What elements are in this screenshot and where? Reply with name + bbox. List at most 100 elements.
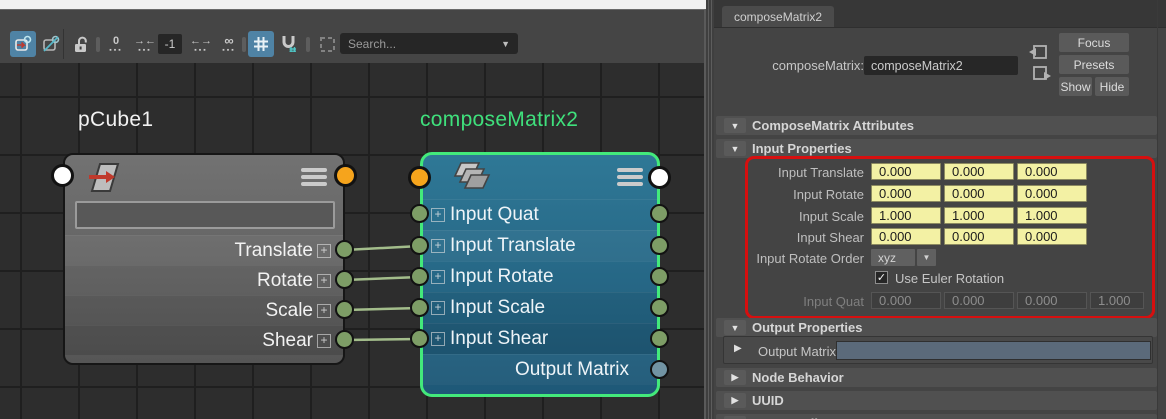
input-scale-y-field[interactable]: 1.000 — [944, 207, 1014, 224]
clear-graph-button[interactable] — [38, 31, 64, 57]
pcube-node[interactable]: Translate + Rotate + Scale + Shear + — [63, 153, 345, 365]
pcube-output-port[interactable] — [334, 164, 357, 187]
pcube-scale-port[interactable] — [335, 300, 354, 319]
compose-input-port[interactable] — [408, 166, 431, 189]
node-menu-icon[interactable] — [301, 168, 327, 186]
expand-arrow-icon[interactable]: ▶ — [724, 393, 746, 408]
section-input-properties[interactable]: ▼ Input Properties — [716, 139, 1157, 158]
snap-to-grid-button[interactable] — [276, 31, 302, 57]
compose-row-input-quat[interactable]: + Input Quat — [423, 199, 657, 230]
lock-editor-button[interactable] — [68, 31, 94, 57]
collapse-arrow-icon[interactable]: ▼ — [724, 320, 746, 335]
input-rotate-x-field[interactable]: 0.000 — [871, 185, 941, 202]
tab-dock-icon[interactable] — [1028, 44, 1048, 61]
section-extra-attributes[interactable]: ▶ Extra Attributes — [716, 414, 1157, 419]
expand-attr-icon[interactable]: + — [317, 273, 331, 288]
graph-selected-nodes-button[interactable] — [10, 31, 36, 57]
collapse-arrow-icon[interactable]: ▼ — [724, 118, 746, 133]
compose-shear-in-port[interactable] — [410, 329, 429, 348]
input-rotate-z-field[interactable]: 0.000 — [1017, 185, 1087, 202]
expand-arrow-icon[interactable]: ▶ — [734, 343, 742, 354]
compose-matrix-node[interactable]: + Input Quat + Input Translate + Input R… — [420, 152, 660, 397]
expand-attr-icon[interactable]: + — [431, 270, 445, 284]
input-scale-x-field[interactable]: 1.000 — [871, 207, 941, 224]
pcube-rotate-port[interactable] — [335, 270, 354, 289]
tab-composematrix2[interactable]: composeMatrix2 — [722, 6, 835, 27]
focus-button[interactable]: Focus — [1059, 33, 1129, 52]
node-editor-toolbar: 0 ▪▪▪ →← ▪▪▪ -1 ←→ ▪▪▪ ∞ ▪▪▪ Search... ▼ — [0, 9, 706, 64]
input-translate-x-field[interactable]: 0.000 — [871, 163, 941, 180]
show-button[interactable]: Show — [1059, 77, 1092, 96]
compose-quat-out-port[interactable] — [650, 204, 669, 223]
pcube-row-translate[interactable]: Translate + — [65, 235, 343, 265]
attr-display-everything-button[interactable]: ∞ ▪▪▪ — [216, 32, 242, 58]
expand-attr-icon[interactable]: + — [431, 332, 445, 346]
input-scale-z-field[interactable]: 1.000 — [1017, 207, 1087, 224]
expand-attr-icon[interactable]: + — [317, 333, 331, 348]
compose-output-port[interactable] — [648, 166, 671, 189]
compose-rotate-out-port[interactable] — [650, 267, 669, 286]
hide-button[interactable]: Hide — [1095, 77, 1129, 96]
pcube-row-shear[interactable]: Shear + — [65, 325, 343, 355]
compose-quat-in-port[interactable] — [410, 204, 429, 223]
tab-popout-icon[interactable] — [1032, 65, 1052, 82]
pcube-row-scale[interactable]: Scale + — [65, 295, 343, 325]
search-input[interactable]: Search... ▼ — [340, 33, 518, 54]
dropdown-arrow-icon[interactable]: ▼ — [917, 249, 936, 266]
input-shear-z-field[interactable]: 0.000 — [1017, 228, 1087, 245]
pcube-row-rotate[interactable]: Rotate + — [65, 265, 343, 295]
section-composematrix-attributes[interactable]: ▼ ComposeMatrix Attributes — [716, 116, 1157, 135]
input-translate-y-field[interactable]: 0.000 — [944, 163, 1014, 180]
expand-attr-icon[interactable]: + — [431, 301, 445, 315]
input-shear-y-field[interactable]: 0.000 — [944, 228, 1014, 245]
attr-display-all-button[interactable]: ←→ ▪▪▪ — [188, 32, 214, 58]
node-name-input[interactable]: composeMatrix2 — [864, 56, 1018, 75]
rotate-order-dropdown[interactable]: xyz — [871, 249, 915, 266]
compose-row-input-rotate[interactable]: + Input Rotate — [423, 261, 657, 292]
grid-toggle-button[interactable] — [248, 31, 274, 57]
expand-attr-icon[interactable]: + — [317, 243, 331, 258]
expand-attr-icon[interactable]: + — [317, 303, 331, 318]
pcube-shear-port[interactable] — [335, 330, 354, 349]
pcube-input-port[interactable] — [51, 164, 74, 187]
compose-row-input-scale[interactable]: + Input Scale — [423, 292, 657, 323]
attr-display-connected-button[interactable]: →← ▪▪▪ — [132, 32, 158, 58]
pcube-translate-port[interactable] — [335, 240, 354, 259]
presets-button[interactable]: Presets — [1059, 55, 1129, 74]
wire-translate[interactable] — [344, 244, 421, 252]
section-uuid[interactable]: ▶ UUID — [716, 391, 1157, 410]
section-node-behavior[interactable]: ▶ Node Behavior — [716, 368, 1157, 387]
compose-scale-in-port[interactable] — [410, 298, 429, 317]
wire-shear[interactable] — [344, 337, 421, 342]
compose-rotate-in-port[interactable] — [410, 267, 429, 286]
node-menu-icon[interactable] — [617, 168, 643, 186]
node-graph-canvas[interactable]: pCube1 composeMatrix2 Translate + Rotate… — [0, 63, 706, 419]
section-output-properties[interactable]: ▼ Output Properties — [716, 318, 1157, 337]
compose-outputmatrix-port[interactable] — [650, 360, 669, 379]
attr-display-custom-field[interactable]: -1 — [158, 34, 182, 54]
input-translate-z-field[interactable]: 0.000 — [1017, 163, 1087, 180]
use-euler-checkbox[interactable]: ✓ — [875, 271, 888, 284]
compose-translate-in-port[interactable] — [410, 236, 429, 255]
expand-arrow-icon[interactable]: ▶ — [724, 370, 746, 385]
compose-scale-out-port[interactable] — [650, 298, 669, 317]
dots-icon: ▪▪▪ — [222, 47, 236, 54]
expand-attr-icon[interactable]: + — [431, 208, 445, 222]
compose-row-input-translate[interactable]: + Input Translate — [423, 230, 657, 261]
compose-row-output-matrix[interactable]: Output Matrix — [423, 354, 657, 385]
output-matrix-field[interactable] — [836, 341, 1151, 360]
compose-translate-out-port[interactable] — [650, 236, 669, 255]
input-shear-x-field[interactable]: 0.000 — [871, 228, 941, 245]
panel-splitter[interactable] — [706, 0, 714, 419]
wire-scale[interactable] — [344, 306, 421, 312]
compose-row-input-shear[interactable]: + Input Shear — [423, 323, 657, 354]
frame-branch-button[interactable] — [314, 31, 340, 57]
collapse-arrow-icon[interactable]: ▼ — [724, 141, 746, 156]
input-rotate-y-field[interactable]: 0.000 — [944, 185, 1014, 202]
attr-display-none-button[interactable]: 0 ▪▪▪ — [103, 32, 129, 58]
wire-rotate[interactable] — [344, 275, 421, 282]
input-quat-z-field: 0.000 — [1017, 292, 1087, 309]
pcube-name-field[interactable] — [75, 201, 335, 229]
expand-attr-icon[interactable]: + — [431, 239, 445, 253]
compose-shear-out-port[interactable] — [650, 329, 669, 348]
